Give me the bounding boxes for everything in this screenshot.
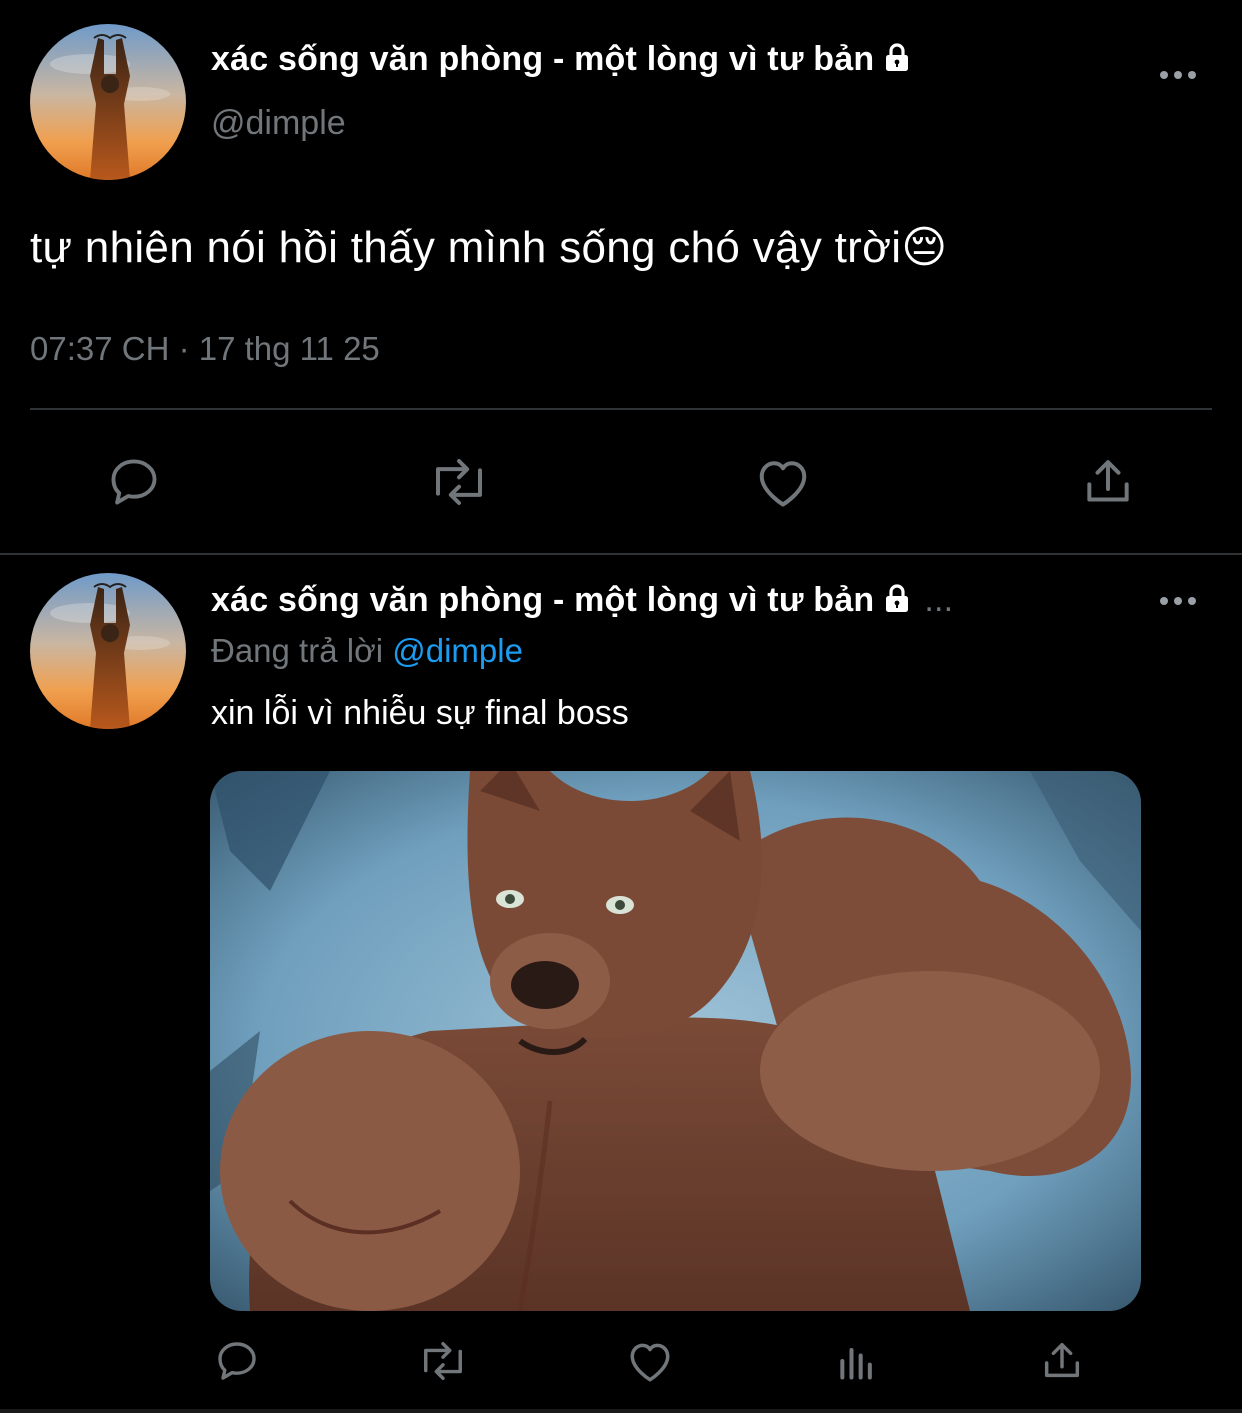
display-name-text: xác sống văn phòng - một lòng vì tư bản — [211, 40, 875, 78]
bottom-divider — [0, 1409, 1242, 1413]
retweet-icon[interactable] — [414, 1336, 472, 1386]
more-options-icon[interactable] — [1160, 68, 1200, 82]
like-icon[interactable] — [752, 452, 814, 512]
avatar[interactable] — [30, 24, 186, 180]
reply-icon[interactable] — [212, 1336, 262, 1386]
tweet-separator — [0, 553, 1242, 555]
share-icon[interactable] — [1078, 452, 1138, 512]
replying-mention-link[interactable]: @dimple — [392, 632, 523, 669]
like-icon[interactable] — [624, 1336, 676, 1386]
avatar-image — [30, 573, 186, 729]
tweet-media-image[interactable] — [210, 771, 1141, 1311]
tweet-text: xin lỗi vì nhiễu sự final boss — [211, 694, 629, 732]
name-truncation: ... — [924, 581, 954, 619]
divider — [30, 408, 1212, 410]
lock-icon — [882, 583, 912, 622]
avatar[interactable] — [30, 573, 186, 729]
tweet-text: tự nhiên nói hồi thấy mình sống chó vậy … — [30, 223, 948, 272]
timestamp[interactable]: 07:37 CH · 17 thg 11 25 — [30, 330, 380, 368]
display-name[interactable]: xác sống văn phòng - một lòng vì tư bản — [211, 40, 912, 81]
analytics-icon[interactable] — [834, 1336, 880, 1386]
share-icon[interactable] — [1038, 1336, 1086, 1386]
display-name[interactable]: xác sống văn phòng - một lòng vì tư bản.… — [211, 581, 953, 622]
retweet-icon[interactable] — [424, 452, 494, 512]
replying-to: Đang trả lời @dimple — [211, 632, 523, 670]
timeline: xác sống văn phòng - một lòng vì tư bản … — [0, 0, 1242, 1413]
handle[interactable]: @dimple — [211, 104, 346, 143]
werewolf-image — [210, 771, 1141, 1311]
avatar-image — [30, 24, 186, 180]
lock-icon — [882, 42, 912, 81]
reply-icon[interactable] — [104, 452, 164, 512]
replying-label: Đang trả lời — [211, 632, 384, 669]
display-name-text: xác sống văn phòng - một lòng vì tư bản — [211, 581, 875, 619]
more-options-icon[interactable] — [1160, 594, 1200, 608]
